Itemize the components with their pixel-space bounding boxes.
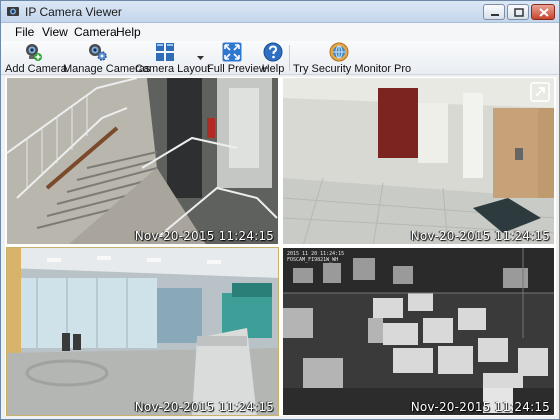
menu-help[interactable]: Help — [116, 25, 141, 39]
camera-view-3[interactable]: Nov-20-2015 11:24:15 — [6, 247, 279, 416]
manage-cameras-button[interactable]: Manage Cameras — [63, 41, 151, 75]
camera-4-osd-name: FOSCAM_FI9821W_WH — [287, 257, 339, 263]
grid-layout-icon — [156, 43, 174, 61]
webcam-gear-icon — [89, 44, 107, 61]
camera-feed-image — [7, 248, 278, 415]
chevron-down-icon[interactable] — [197, 55, 204, 61]
shield-globe-icon — [329, 42, 349, 62]
camera-app-icon — [7, 7, 19, 16]
camera-4-timestamp: Nov-20-2015 11:24:15 — [410, 400, 550, 414]
camera-layout-button[interactable]: Camera Layout — [135, 41, 211, 75]
camera-feed-image — [283, 248, 554, 415]
camera-3-timestamp: Nov-20-2015 11:24:15 — [134, 400, 274, 414]
help-label: Help — [261, 63, 285, 75]
title-bar[interactable]: IP Camera Viewer — [1, 1, 559, 23]
menu-file[interactable]: File — [15, 25, 34, 39]
camera-1-timestamp: Nov-20-2015 11:24:15 — [134, 229, 274, 243]
webcam-plus-icon — [26, 44, 42, 61]
camera-grid: Nov-20-2015 11:24:15 Nov-20-2015 11:24:1… — [5, 77, 556, 416]
try-security-monitor-button[interactable]: Try Security Monitor Pro — [293, 41, 412, 75]
close-button[interactable] — [531, 4, 555, 20]
camera-feed-image — [7, 78, 278, 244]
camera-2-timestamp: Nov-20-2015 11:24:15 — [410, 229, 550, 243]
camera-view-4[interactable]: 2015 11 20 11:24:15 FOSCAM_FI9821W_WH No… — [282, 247, 555, 416]
expand-corner-icon[interactable] — [530, 82, 550, 102]
menu-view[interactable]: View — [42, 25, 68, 39]
close-icon — [539, 8, 549, 17]
maximize-icon — [514, 8, 524, 17]
app-window: IP Camera Viewer File View Camera Help A… — [0, 0, 560, 420]
camera-view-2[interactable]: Nov-20-2015 11:24:15 — [282, 77, 555, 245]
help-button[interactable]: Help — [260, 41, 286, 75]
add-camera-label: Add Camera — [5, 63, 67, 75]
minimize-icon — [491, 14, 499, 16]
full-preview-button[interactable]: Full Preview — [207, 41, 267, 75]
toolbar-separator — [289, 45, 290, 71]
toolbar: Add Camera Manage Cameras Camera Layout — [1, 41, 559, 75]
camera-4-osd: 2015 11 20 11:24:15 FOSCAM_FI9821W_WH — [287, 251, 344, 263]
expand-arrows-icon — [222, 42, 242, 62]
minimize-button[interactable] — [483, 4, 505, 20]
full-preview-label: Full Preview — [207, 63, 267, 75]
camera-layout-label: Camera Layout — [135, 63, 211, 75]
camera-view-1[interactable]: Nov-20-2015 11:24:15 — [6, 77, 279, 245]
manage-cameras-label: Manage Cameras — [63, 63, 151, 75]
camera-feed-image — [283, 78, 554, 244]
question-circle-icon — [263, 42, 283, 62]
add-camera-button[interactable]: Add Camera — [5, 41, 67, 75]
try-security-monitor-label: Try Security Monitor Pro — [293, 63, 412, 75]
menu-bar: File View Camera Help — [1, 23, 559, 41]
window-title: IP Camera Viewer — [25, 5, 122, 19]
maximize-button[interactable] — [507, 4, 529, 20]
menu-camera[interactable]: Camera — [74, 25, 117, 39]
